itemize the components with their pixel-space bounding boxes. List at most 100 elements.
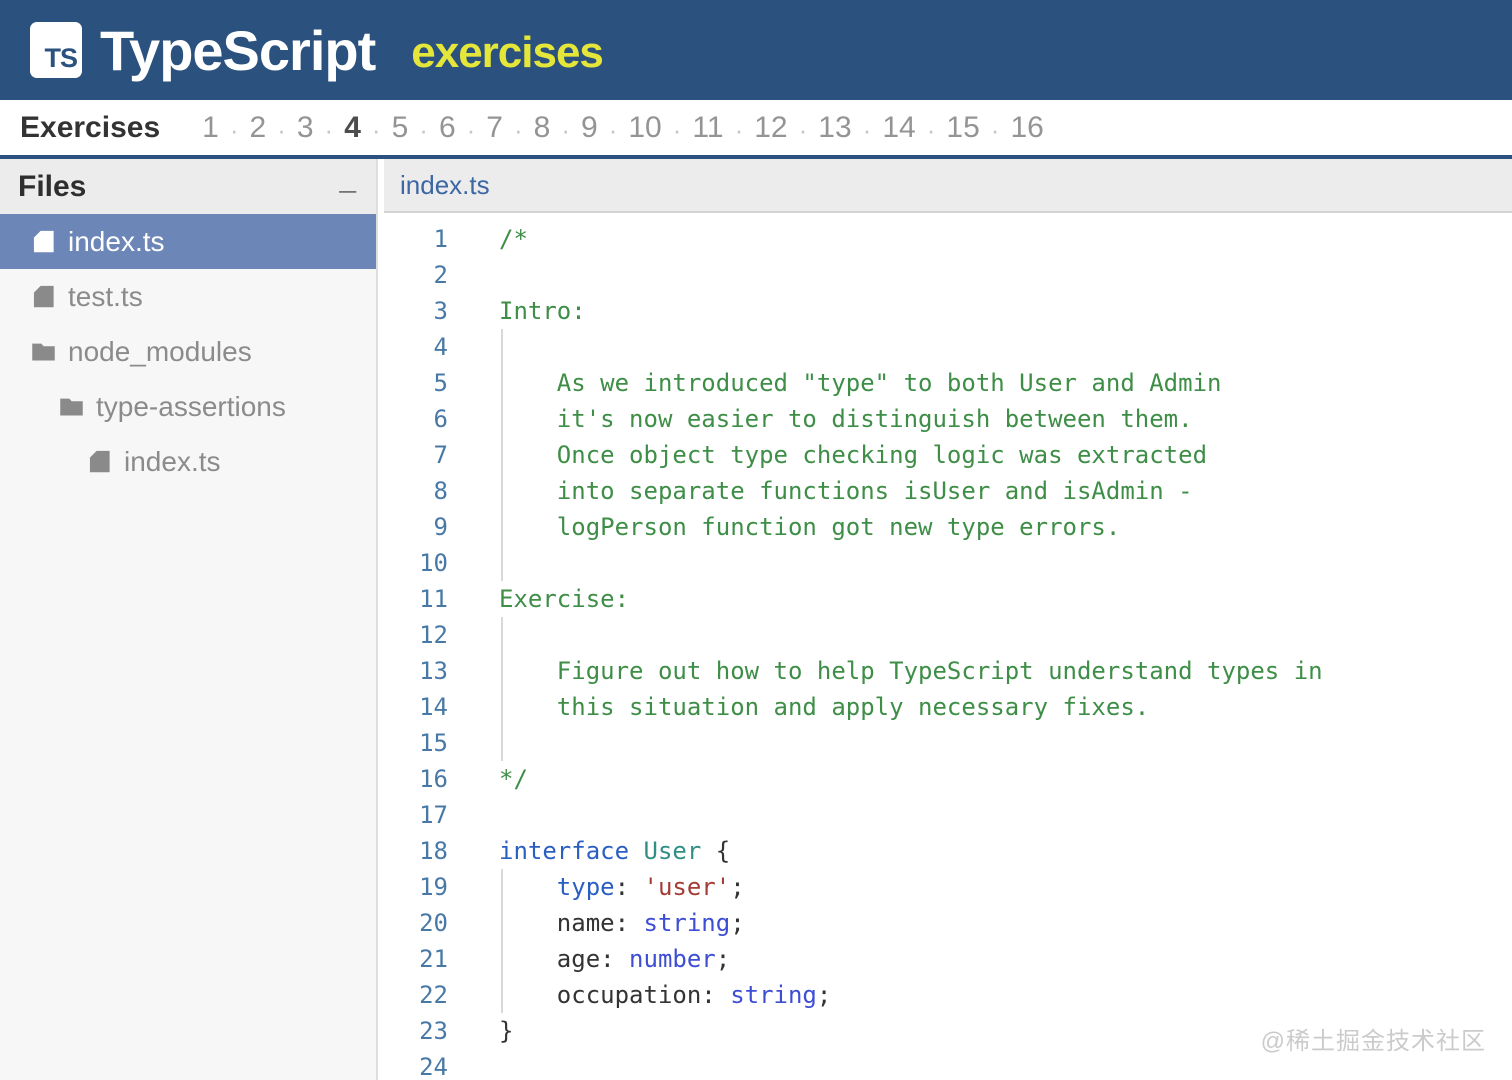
app-title[interactable]: TypeScript bbox=[100, 18, 376, 83]
tree-item-label: type-assertions bbox=[96, 390, 286, 422]
exercises-nav-label: Exercises bbox=[20, 110, 161, 144]
token-comment: */ bbox=[499, 765, 528, 793]
token-comment: it's now easier to distinguish between t… bbox=[499, 405, 1193, 433]
line-number: 11 bbox=[419, 585, 448, 613]
code-line-18: 18 interface User { bbox=[384, 833, 1512, 869]
folder-icon bbox=[30, 338, 57, 365]
code-editor[interactable]: 1/* 2 3 Intro: 4 5 As we introduced "type" to… bbox=[384, 213, 1512, 1080]
token-plain: occupation: bbox=[499, 981, 731, 1009]
tree-item-index-ts[interactable]: index.ts bbox=[0, 434, 376, 489]
token-comment: As we introduced "type" to both User and… bbox=[499, 369, 1222, 397]
exercise-number-1[interactable]: 1 bbox=[202, 112, 219, 143]
editor-tab-index-ts[interactable]: index.ts bbox=[384, 159, 514, 211]
line-number: 23 bbox=[419, 1017, 448, 1045]
exercise-number-4[interactable]: 4 bbox=[344, 112, 361, 143]
tree-item-node-modules[interactable]: node_modules bbox=[0, 324, 376, 379]
token-plain: age: bbox=[499, 945, 630, 973]
token-comment: Figure out how to help TypeScript unders… bbox=[499, 657, 1323, 685]
exercise-number-15[interactable]: 15 bbox=[946, 112, 979, 143]
exercise-number-6[interactable]: 6 bbox=[439, 112, 456, 143]
line-number: 7 bbox=[433, 441, 448, 469]
nav-separator-dot: · bbox=[862, 114, 872, 145]
token-plain: ; bbox=[816, 981, 832, 1009]
token-type: User bbox=[643, 837, 702, 865]
exercise-number-16[interactable]: 16 bbox=[1010, 112, 1043, 143]
code-line-16: 16 */ bbox=[384, 761, 1512, 797]
line-content: */ bbox=[499, 761, 528, 797]
line-number: 21 bbox=[419, 945, 448, 973]
exercises-nav: Exercises 1 · 2 · 3 · 4 · 5 · 6 · 7 · 8 · 9 · 10 · 11 · 12 · 13 ·… bbox=[0, 100, 1512, 159]
code-line-6: 6 it's now easier to distinguish between… bbox=[384, 401, 1512, 437]
line-number: 20 bbox=[419, 909, 448, 937]
token-comment: Exercise: bbox=[499, 585, 630, 613]
tree-item-label: index.ts bbox=[124, 445, 221, 477]
exercise-number-2[interactable]: 2 bbox=[250, 112, 267, 143]
token-plain: } bbox=[499, 1017, 514, 1045]
nav-separator-dot: · bbox=[513, 114, 523, 145]
exercise-number-11[interactable]: 11 bbox=[692, 112, 723, 143]
code-line-4: 4 bbox=[384, 329, 1512, 365]
token-plain: ; bbox=[730, 909, 745, 937]
app: TS TypeScript exercises Exercises 1 · 2 · 3 ·… bbox=[0, 0, 1512, 1080]
code-line-13: 13 Figure out how to help TypeScript und… bbox=[384, 653, 1512, 689]
exercise-number-13[interactable]: 13 bbox=[818, 112, 851, 143]
line-content: Figure out how to help TypeScript unders… bbox=[499, 653, 1323, 689]
token-comment: /* bbox=[499, 225, 528, 253]
code-editor-panel: index.ts 1/* 2 3 Intro: 4 5 As we introduced … bbox=[384, 159, 1512, 1080]
watermark-text: @稀土掘金技术社区 bbox=[1260, 1028, 1486, 1055]
line-number: 17 bbox=[419, 801, 448, 829]
token-keyword: interface bbox=[499, 837, 630, 865]
exercise-number-7[interactable]: 7 bbox=[486, 112, 503, 143]
tree-item-test-ts[interactable]: test.ts bbox=[0, 269, 376, 324]
tree-item-type-assertions[interactable]: type-assertions bbox=[0, 379, 376, 434]
token-builtin: string bbox=[643, 909, 731, 937]
tree-item-index-ts[interactable]: index.ts bbox=[0, 214, 376, 269]
code-line-9: 9 logPerson function got new type errors… bbox=[384, 509, 1512, 545]
line-number: 12 bbox=[419, 621, 448, 649]
line-content: Once object type checking logic was extr… bbox=[499, 437, 1207, 473]
line-content: Intro: bbox=[499, 293, 586, 329]
line-number: 3 bbox=[433, 297, 448, 325]
nav-separator-dot: · bbox=[734, 114, 744, 145]
token-plain: : bbox=[614, 873, 644, 901]
exercise-number-8[interactable]: 8 bbox=[534, 112, 551, 143]
exercise-number-9[interactable]: 9 bbox=[581, 112, 598, 143]
line-number: 5 bbox=[433, 369, 448, 397]
exercise-number-14[interactable]: 14 bbox=[882, 112, 915, 143]
token-comment: Intro: bbox=[499, 297, 586, 325]
tree-item-label: test.ts bbox=[68, 280, 143, 312]
token-string: 'user' bbox=[643, 873, 731, 901]
nav-separator-dot: · bbox=[324, 114, 334, 145]
file-icon bbox=[30, 283, 57, 310]
logo-ts-text: TS bbox=[44, 43, 78, 73]
code-line-1: 1 /* bbox=[384, 221, 1512, 257]
code-line-8: 8 into separate functions isUser and isA… bbox=[384, 473, 1512, 509]
exercise-number-10[interactable]: 10 bbox=[628, 112, 661, 143]
exercise-number-3[interactable]: 3 bbox=[297, 112, 314, 143]
typescript-logo-icon[interactable]: TS bbox=[30, 22, 82, 78]
nav-separator-dot: · bbox=[608, 114, 618, 145]
exercise-number-12[interactable]: 12 bbox=[754, 112, 787, 143]
line-content: name: string; bbox=[499, 905, 745, 941]
line-content: this situation and apply necessary fixes… bbox=[499, 689, 1149, 725]
exercise-number-5[interactable]: 5 bbox=[392, 112, 409, 143]
minimize-panel-button[interactable]: _ bbox=[339, 164, 356, 200]
files-panel-header: Files _ bbox=[0, 159, 376, 214]
files-panel-title: Files bbox=[18, 169, 87, 203]
nav-separator-dot: · bbox=[466, 114, 476, 145]
file-icon bbox=[30, 228, 57, 255]
line-number: 16 bbox=[419, 765, 448, 793]
token-comment: this situation and apply necessary fixes… bbox=[499, 693, 1150, 721]
files-sidebar: Files _ index.ts test.ts node_modules type-… bbox=[0, 159, 378, 1080]
line-content: type: 'user'; bbox=[499, 869, 745, 905]
line-number: 15 bbox=[419, 729, 448, 757]
app-header: TS TypeScript exercises bbox=[0, 0, 1512, 100]
token-builtin: string bbox=[730, 981, 817, 1009]
line-content: occupation: string; bbox=[499, 977, 831, 1013]
nav-separator-dot: · bbox=[990, 114, 1000, 145]
code-line-21: 21 age: number; bbox=[384, 941, 1512, 977]
line-content: Exercise: bbox=[499, 581, 629, 617]
nav-separator-dot: · bbox=[672, 114, 682, 145]
line-number: 9 bbox=[433, 513, 448, 541]
